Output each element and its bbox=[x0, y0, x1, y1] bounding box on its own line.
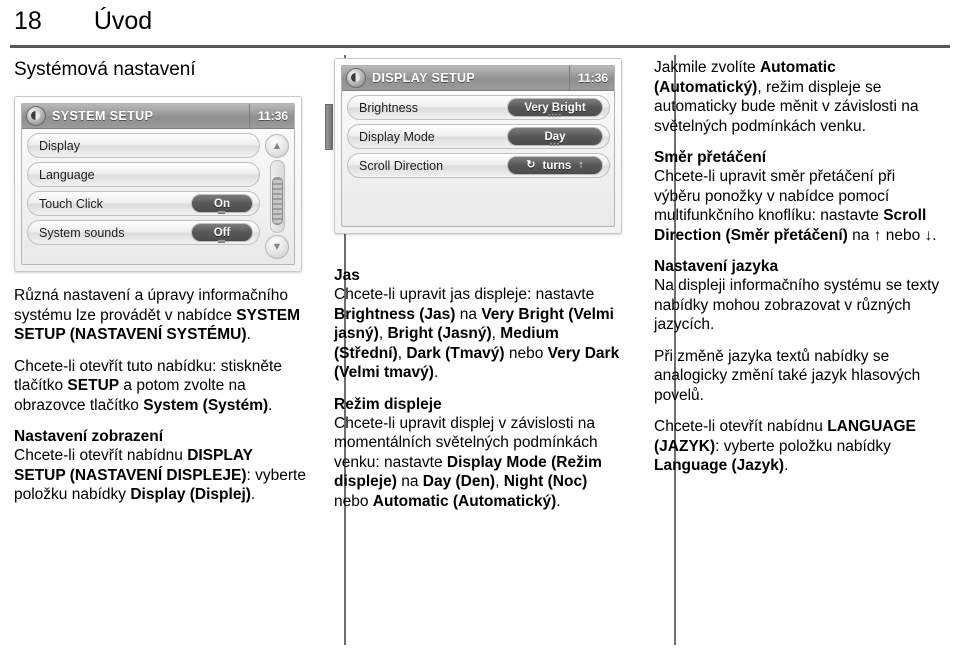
text-run: Chcete-li otevřít nabídnu bbox=[14, 447, 188, 464]
menu-row-label: System sounds bbox=[39, 225, 125, 240]
menu-row-label: Touch Click bbox=[39, 196, 103, 211]
menu-row-label: Language bbox=[39, 167, 95, 182]
value-text: turns bbox=[542, 159, 572, 172]
text-run: . bbox=[433, 364, 439, 381]
heading-language-settings: Nastavení jazyka bbox=[654, 258, 779, 275]
middle-column: DISPLAY SETUP 11:36 Brightness Very Brig… bbox=[325, 58, 626, 647]
text-run: Na displeji informačního systému se text… bbox=[654, 277, 940, 333]
paragraph-language-voice: Při změně jazyka textů nabídky se analog… bbox=[654, 347, 946, 406]
system-setup-screenshot: SYSTEM SETUP 11:36 Display Language Touc… bbox=[14, 96, 306, 272]
text-run: . bbox=[784, 457, 789, 474]
text-run: . bbox=[932, 226, 937, 244]
section-title-system-settings: Systémová nastavení bbox=[14, 59, 196, 80]
gear-disc-icon bbox=[26, 106, 46, 126]
menu-row-label: Brightness bbox=[359, 100, 419, 115]
device-title: SYSTEM SETUP bbox=[52, 109, 154, 123]
text-run: na bbox=[396, 473, 423, 490]
text-run: nebo bbox=[881, 226, 925, 244]
text-run-bold: Language (Jazyk) bbox=[654, 457, 785, 474]
page-header: 18 Úvod bbox=[14, 0, 946, 47]
menu-row-display[interactable]: Display bbox=[27, 133, 260, 158]
left-column: Systémová nastavení SYSTEM SETUP 11:36 D bbox=[14, 58, 306, 647]
menu-row-scroll-direction[interactable]: Scroll Direction ↻ turns ↑ bbox=[347, 153, 610, 178]
text-run: Chcete-li otevřít nabídnu bbox=[654, 418, 828, 435]
scroll-direction-value-button[interactable]: ↻ turns ↑ bbox=[507, 156, 603, 175]
paragraph-system-settings-intro: Různá nastavení a úpravy informačního sy… bbox=[14, 286, 306, 345]
paragraph-display-settings: Chcete-li otevřít nabídnu DISPLAY SETUP … bbox=[14, 446, 306, 505]
text-run: Chcete-li upravit směr přetáčení při výb… bbox=[654, 168, 896, 224]
device-side-tab bbox=[325, 104, 333, 150]
menu-row-label: Display Mode bbox=[359, 129, 435, 144]
scroll-thumb[interactable] bbox=[271, 177, 283, 225]
text-run-bold: Night (Noc) bbox=[503, 473, 588, 490]
device-clock: 11:36 bbox=[248, 104, 290, 128]
display-setup-screenshot: DISPLAY SETUP 11:36 Brightness Very Brig… bbox=[325, 58, 626, 234]
text-run: Při změně jazyka textů nabídky se analog… bbox=[654, 347, 921, 404]
device-title: DISPLAY SETUP bbox=[372, 71, 476, 85]
menu-row-language[interactable]: Language bbox=[27, 162, 260, 187]
row-indicator-dots: ▬ bbox=[218, 208, 226, 215]
paragraph-open-menu: Chcete-li otevřít tuto nabídku: stisknět… bbox=[14, 357, 306, 416]
manual-page: 18 Úvod Systémová nastavení SYSTEM SETUP… bbox=[0, 0, 960, 659]
heading-display-settings: Nastavení zobrazení bbox=[14, 428, 164, 445]
paragraph-automatic-mode: Jakmile zvolíte Automatic (Automatický),… bbox=[654, 58, 946, 136]
text-run-bold: Automatic (Automatický) bbox=[372, 492, 557, 510]
text-run: nebo bbox=[334, 492, 373, 510]
paragraph-language-menu: Chcete-li otevřít nabídnu LANGUAGE (JAZY… bbox=[654, 417, 946, 476]
menu-row-label: Scroll Direction bbox=[359, 158, 444, 173]
chapter-title: Úvod bbox=[93, 7, 153, 35]
heading-display-mode: Režim displeje bbox=[334, 395, 442, 413]
row-indicator-dots: ▬ bbox=[218, 237, 226, 244]
text-run: Chcete-li upravit jas displeje: nastavte bbox=[334, 286, 595, 303]
text-run: na bbox=[847, 226, 874, 244]
right-column: Jakmile zvolíte Automatic (Automatický),… bbox=[654, 58, 946, 647]
menu-row-display-mode[interactable]: Display Mode Day ▪▪▪ bbox=[347, 124, 610, 149]
touch-click-toggle[interactable]: On ▬ bbox=[191, 194, 253, 215]
text-run-bold: Bright (Jasný) bbox=[387, 325, 492, 342]
paragraph-scroll-direction: Chcete-li upravit směr přetáčení při výb… bbox=[654, 167, 946, 245]
menu-row-brightness[interactable]: Brightness Very Bright ▪▪▪▪ bbox=[347, 95, 610, 120]
text-run: na bbox=[455, 305, 482, 323]
scroll-up-icon[interactable]: ▲ bbox=[265, 134, 289, 158]
heading-brightness: Jas bbox=[334, 267, 360, 284]
text-run-bold: Dark (Tmavý) bbox=[406, 344, 505, 362]
text-run: . bbox=[268, 396, 273, 414]
text-run: , bbox=[491, 325, 501, 342]
gear-disc-icon bbox=[346, 68, 366, 88]
text-run-bold: SETUP bbox=[67, 377, 120, 394]
rotate-icon: ↻ bbox=[526, 159, 536, 171]
text-run: . bbox=[556, 492, 561, 510]
content-columns: Systémová nastavení SYSTEM SETUP 11:36 D bbox=[14, 47, 946, 647]
device-clock: 11:36 bbox=[568, 66, 610, 90]
paragraph-display-mode: Chcete-li upravit displej v závislosti n… bbox=[334, 414, 626, 512]
arrow-up-icon: ↑ bbox=[578, 159, 584, 171]
text-run: nebo bbox=[504, 344, 548, 362]
menu-row-touch-click[interactable]: Touch Click On ▬ bbox=[27, 191, 260, 216]
scroll-track[interactable] bbox=[269, 160, 285, 233]
device-scrollbar[interactable]: ▲ ▼ bbox=[264, 133, 290, 260]
display-mode-value-button[interactable]: Day ▪▪▪ bbox=[507, 127, 603, 148]
brightness-value-button[interactable]: Very Bright ▪▪▪▪ bbox=[507, 98, 603, 119]
system-sounds-toggle[interactable]: Off ▬ bbox=[191, 223, 253, 244]
text-run-bold: Brightness (Jas) bbox=[334, 305, 456, 323]
text-run: . bbox=[246, 326, 251, 343]
scroll-down-icon[interactable]: ▼ bbox=[265, 235, 289, 259]
text-run: Jakmile zvolíte bbox=[654, 59, 760, 76]
text-run-bold: Display (Displej) bbox=[130, 486, 251, 503]
menu-row-label: Display bbox=[39, 138, 80, 153]
page-number: 18 bbox=[14, 7, 42, 35]
device-titlebar: SYSTEM SETUP 11:36 bbox=[22, 104, 294, 129]
heading-scroll-direction: Směr přetáčení bbox=[654, 149, 766, 166]
paragraph-language-display: Na displeji informačního systému se text… bbox=[654, 276, 946, 335]
text-run-bold: System (Systém) bbox=[143, 396, 269, 414]
menu-row-system-sounds[interactable]: System sounds Off ▬ bbox=[27, 220, 260, 245]
paragraph-brightness: Chcete-li upravit jas displeje: nastavte… bbox=[334, 285, 626, 383]
text-run: , bbox=[495, 473, 504, 490]
device-titlebar: DISPLAY SETUP 11:36 bbox=[342, 66, 614, 91]
row-indicator-dots: ▪▪▪ bbox=[549, 141, 561, 148]
text-run-bold: Day (Den) bbox=[422, 473, 496, 490]
text-run: : vyberte položku nabídky bbox=[715, 437, 891, 455]
text-run: . bbox=[250, 486, 256, 503]
row-indicator-dots: ▪▪▪▪ bbox=[548, 112, 562, 119]
